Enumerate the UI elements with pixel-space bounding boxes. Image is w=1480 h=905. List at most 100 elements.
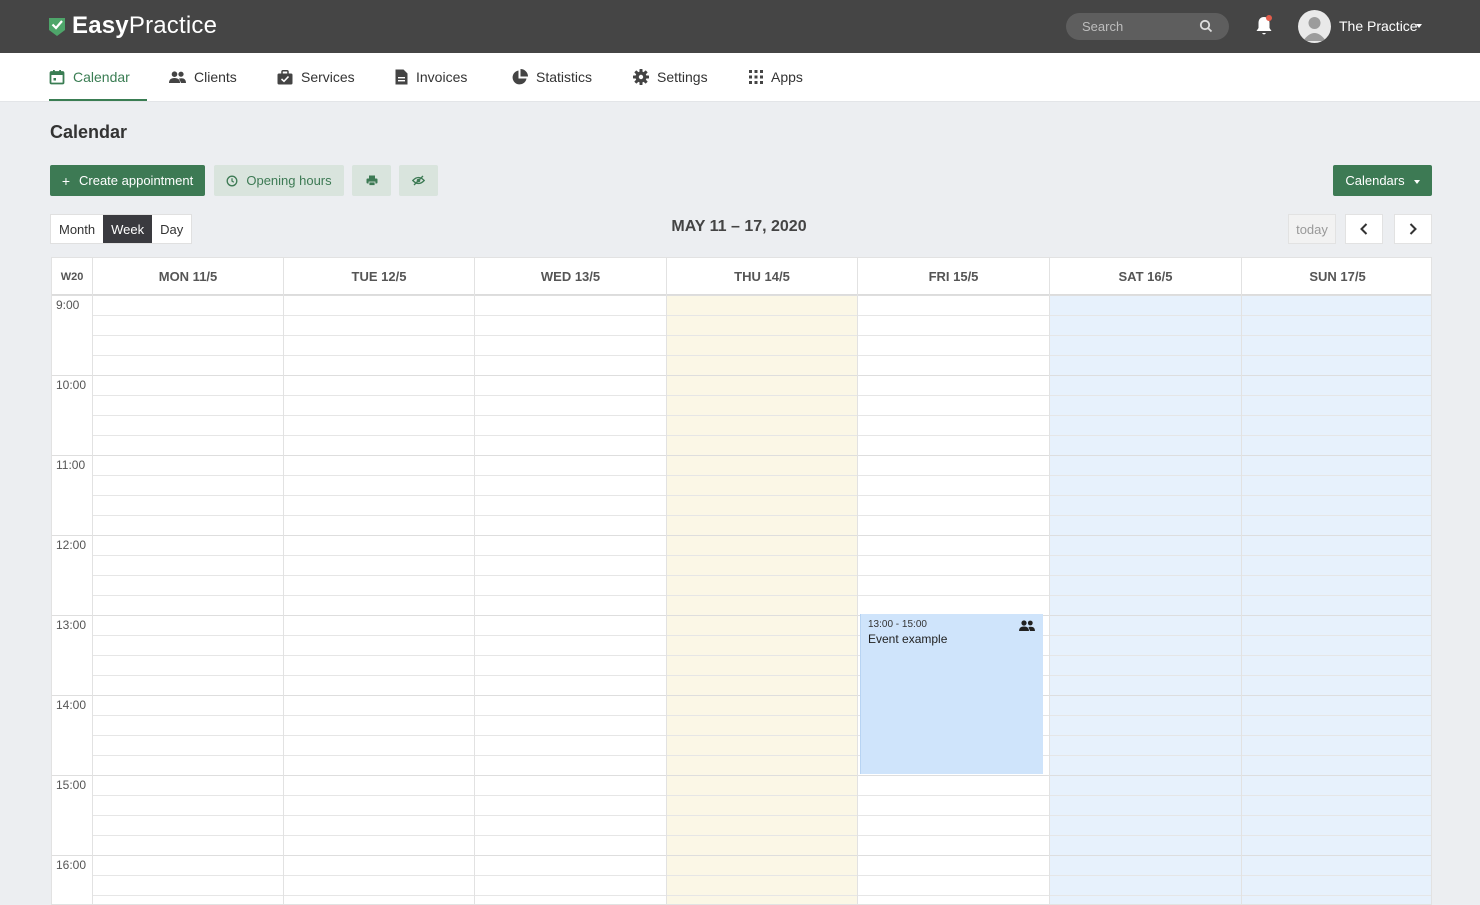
day-header-fri[interactable]: FRI 15/5 xyxy=(857,258,1049,295)
grid-hline xyxy=(52,855,1431,856)
grid-vline xyxy=(283,258,284,904)
view-month-button[interactable]: Month xyxy=(51,215,103,243)
clock-icon xyxy=(226,175,238,186)
grid-hline xyxy=(92,795,1431,796)
clients-icon xyxy=(169,71,186,83)
event-title: Event example xyxy=(868,632,948,646)
opening-hours-button[interactable]: Opening hours xyxy=(214,165,344,196)
grid-hline xyxy=(92,315,1431,316)
grid-vline xyxy=(666,258,667,904)
nav-item-apps[interactable]: Apps xyxy=(749,53,803,101)
logo-check-icon xyxy=(49,18,65,36)
nav-item-calendar[interactable]: Calendar xyxy=(49,53,130,101)
top-bar: EasyPractice The Practice xyxy=(0,0,1480,53)
time-label: 13:00 xyxy=(56,618,87,632)
view-switcher: Month Week Day xyxy=(50,214,193,244)
week-calendar: W20 MON 11/5 TUE 12/5 WED 13/5 THU 14/5 … xyxy=(51,257,1432,905)
week-number: W20 xyxy=(60,270,84,283)
day-header-thu[interactable]: THU 14/5 xyxy=(666,258,857,295)
services-icon xyxy=(277,69,293,84)
nav-item-label: Apps xyxy=(771,69,803,85)
nav-item-label: Invoices xyxy=(416,69,468,85)
next-week-button[interactable] xyxy=(1394,214,1432,244)
nav-active-indicator xyxy=(49,99,147,101)
search-icon[interactable] xyxy=(1199,19,1213,33)
grid-hline xyxy=(52,535,1431,536)
previous-week-button[interactable] xyxy=(1345,214,1383,244)
nav-item-statistics[interactable]: Statistics xyxy=(511,53,592,101)
logo[interactable]: EasyPractice xyxy=(49,12,217,40)
today-column xyxy=(666,295,857,904)
grid-hline xyxy=(92,675,1431,676)
day-header-sun[interactable]: SUN 17/5 xyxy=(1241,258,1431,295)
logo-text: EasyPractice xyxy=(72,12,218,39)
today-button[interactable]: today xyxy=(1288,214,1336,244)
grid-hline xyxy=(52,455,1431,456)
time-label: 15:00 xyxy=(56,778,87,792)
grid-hline xyxy=(92,575,1431,576)
grid-hline xyxy=(52,375,1431,376)
grid-vline xyxy=(1241,258,1242,904)
statistics-icon xyxy=(512,68,528,84)
grid-hline xyxy=(92,875,1431,876)
grid-vline xyxy=(857,258,858,904)
time-label: 9:00 xyxy=(56,298,80,312)
grid-hline xyxy=(92,355,1431,356)
grid-hline xyxy=(92,595,1431,596)
day-header-tue[interactable]: TUE 12/5 xyxy=(283,258,474,295)
grid-hline xyxy=(92,655,1431,656)
grid-hline xyxy=(92,415,1431,416)
grid-hline xyxy=(52,695,1431,696)
nav-item-invoices[interactable]: Invoices xyxy=(395,53,467,101)
chevron-down-icon xyxy=(1413,179,1420,184)
grid-hline xyxy=(52,775,1431,776)
print-button[interactable] xyxy=(352,165,391,196)
view-week-button[interactable]: Week xyxy=(103,215,153,243)
calendar-event[interactable]: 13:00 - 15:00 Event example xyxy=(860,614,1043,774)
day-header-mon[interactable]: MON 11/5 xyxy=(92,258,283,295)
notifications-bell-icon[interactable] xyxy=(1254,15,1274,37)
view-day-button[interactable]: Day xyxy=(152,215,191,243)
grid-hline xyxy=(92,335,1431,336)
group-icon xyxy=(1019,620,1035,631)
grid-hline xyxy=(92,555,1431,556)
nav-item-settings[interactable]: Settings xyxy=(633,53,708,101)
grid-hline xyxy=(92,835,1431,836)
grid-hline xyxy=(92,635,1431,636)
day-header-wed[interactable]: WED 13/5 xyxy=(474,258,666,295)
grid-vline xyxy=(474,258,475,904)
hide-button[interactable] xyxy=(399,165,438,196)
time-label: 10:00 xyxy=(56,378,87,392)
nav-item-label: Services xyxy=(301,69,355,85)
plus-icon: + xyxy=(61,172,70,189)
nav-item-clients[interactable]: Clients xyxy=(169,53,237,101)
grid-hline xyxy=(92,715,1431,716)
time-label: 16:00 xyxy=(56,858,87,872)
avatar[interactable] xyxy=(1298,10,1331,43)
nav-item-label: Clients xyxy=(194,69,237,85)
time-label: 12:00 xyxy=(56,538,87,552)
grid-hline xyxy=(92,895,1431,896)
search-input[interactable] xyxy=(1082,13,1202,40)
nav-item-label: Calendar xyxy=(73,69,130,85)
calendars-dropdown-button[interactable]: Calendars xyxy=(1333,165,1432,196)
opening-hours-label: Opening hours xyxy=(246,173,332,188)
nav-item-label: Statistics xyxy=(536,69,593,85)
user-name[interactable]: The Practice xyxy=(1339,18,1418,34)
grid-hline xyxy=(52,615,1431,616)
invoices-icon xyxy=(395,69,408,85)
grid-hline xyxy=(92,515,1431,516)
page-title: Calendar xyxy=(50,122,128,142)
nav-item-label: Settings xyxy=(657,69,708,85)
chevron-left-icon xyxy=(1360,223,1368,235)
create-appointment-button[interactable]: + Create appointment xyxy=(50,165,205,196)
grid-hline xyxy=(92,815,1431,816)
calendar-icon xyxy=(49,70,65,85)
apps-grid-icon xyxy=(749,70,763,84)
day-header-sat[interactable]: SAT 16/5 xyxy=(1049,258,1241,295)
avatar-person-icon xyxy=(1303,17,1326,41)
main-nav: Calendar Clients Services Invoices Stati… xyxy=(0,53,1480,102)
user-menu-caret-icon[interactable] xyxy=(1416,24,1422,28)
chevron-right-icon xyxy=(1409,223,1417,235)
nav-item-services[interactable]: Services xyxy=(277,53,355,101)
